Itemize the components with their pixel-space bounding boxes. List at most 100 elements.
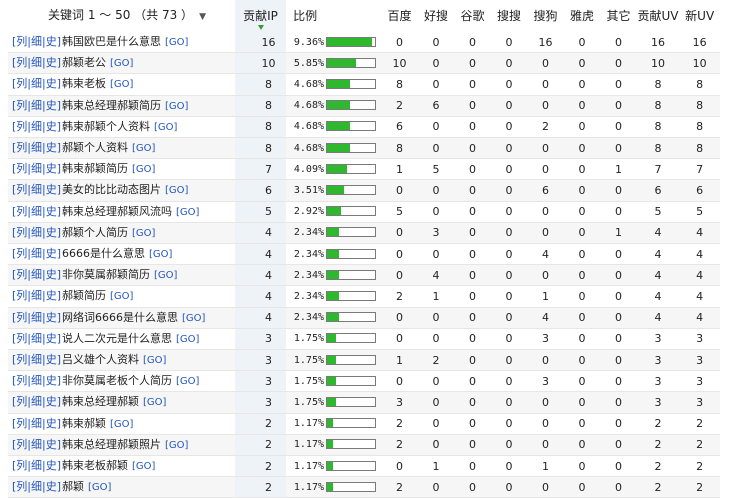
go-link[interactable]: [GO] xyxy=(132,143,155,154)
go-link[interactable]: [GO] xyxy=(110,291,133,302)
detail-link[interactable]: 细 xyxy=(31,459,42,472)
detail-link[interactable]: 细 xyxy=(31,99,42,112)
detail-link[interactable]: 细 xyxy=(31,480,42,493)
history-link[interactable]: 史 xyxy=(46,374,57,387)
detail-link[interactable]: 细 xyxy=(31,268,42,281)
google-column-header[interactable]: 谷歌 xyxy=(454,0,491,32)
list-link[interactable]: 列 xyxy=(16,311,27,324)
detail-link[interactable]: 细 xyxy=(31,77,42,90)
history-link[interactable]: 史 xyxy=(46,268,57,281)
yahoo-column-header[interactable]: 雅虎 xyxy=(563,0,601,32)
list-link[interactable]: 列 xyxy=(16,480,27,493)
go-link[interactable]: [GO] xyxy=(165,101,188,112)
go-link[interactable]: [GO] xyxy=(110,58,133,69)
detail-link[interactable]: 细 xyxy=(31,247,42,260)
detail-link[interactable]: 细 xyxy=(31,56,42,69)
history-link[interactable]: 史 xyxy=(46,459,57,472)
go-link[interactable]: [GO] xyxy=(154,122,177,133)
list-link[interactable]: 列 xyxy=(16,183,27,196)
detail-link[interactable]: 细 xyxy=(31,35,42,48)
list-link[interactable]: 列 xyxy=(16,162,27,175)
list-link[interactable]: 列 xyxy=(16,205,27,218)
haosou-column-header[interactable]: 好搜 xyxy=(417,0,455,32)
detail-link[interactable]: 细 xyxy=(31,353,42,366)
history-link[interactable]: 史 xyxy=(46,162,57,175)
list-link[interactable]: 列 xyxy=(16,395,27,408)
list-link[interactable]: 列 xyxy=(16,120,27,133)
go-link[interactable]: [GO] xyxy=(165,37,188,48)
history-link[interactable]: 史 xyxy=(46,311,57,324)
detail-link[interactable]: 细 xyxy=(31,374,42,387)
history-link[interactable]: 史 xyxy=(46,99,57,112)
history-link[interactable]: 史 xyxy=(46,247,57,260)
go-link[interactable]: [GO] xyxy=(88,482,111,493)
go-link[interactable]: [GO] xyxy=(132,461,155,472)
go-link[interactable]: [GO] xyxy=(176,334,199,345)
list-link[interactable]: 列 xyxy=(16,56,27,69)
history-link[interactable]: 史 xyxy=(46,395,57,408)
list-link[interactable]: 列 xyxy=(16,247,27,260)
sogou-column-header[interactable]: 搜搜 xyxy=(490,0,528,32)
list-link[interactable]: 列 xyxy=(16,332,27,345)
history-link[interactable]: 史 xyxy=(46,141,57,154)
list-link[interactable]: 列 xyxy=(16,374,27,387)
go-link[interactable]: [GO] xyxy=(143,355,166,366)
list-link[interactable]: 列 xyxy=(16,226,27,239)
go-link[interactable]: [GO] xyxy=(165,185,188,196)
list-link[interactable]: 列 xyxy=(16,459,27,472)
detail-link[interactable]: 细 xyxy=(31,162,42,175)
go-link[interactable]: [GO] xyxy=(132,164,155,175)
history-link[interactable]: 史 xyxy=(46,205,57,218)
ip-column-header[interactable]: 贡献IP xyxy=(235,0,286,32)
detail-link[interactable]: 细 xyxy=(31,226,42,239)
newuv-column-header[interactable]: 新UV xyxy=(679,0,720,32)
uv-column-header[interactable]: 贡献UV xyxy=(636,0,680,32)
history-link[interactable]: 史 xyxy=(46,77,57,90)
other-column-header[interactable]: 其它 xyxy=(600,0,637,32)
dropdown-arrow-icon[interactable]: ▼ xyxy=(199,12,206,22)
go-link[interactable]: [GO] xyxy=(176,376,199,387)
detail-link[interactable]: 细 xyxy=(31,120,42,133)
go-link[interactable]: [GO] xyxy=(110,79,133,90)
detail-link[interactable]: 细 xyxy=(31,417,42,430)
go-link[interactable]: [GO] xyxy=(165,440,188,451)
history-link[interactable]: 史 xyxy=(46,226,57,239)
history-link[interactable]: 史 xyxy=(46,35,57,48)
detail-link[interactable]: 细 xyxy=(31,438,42,451)
history-link[interactable]: 史 xyxy=(46,417,57,430)
detail-link[interactable]: 细 xyxy=(31,289,42,302)
keyword-column-header[interactable]: 关键词 1 ～ 50 （共 73 ） ▼ xyxy=(8,0,236,32)
go-link[interactable]: [GO] xyxy=(149,249,172,260)
go-link[interactable]: [GO] xyxy=(154,270,177,281)
detail-link[interactable]: 细 xyxy=(31,395,42,408)
detail-link[interactable]: 细 xyxy=(31,183,42,196)
go-link[interactable]: [GO] xyxy=(176,207,199,218)
list-link[interactable]: 列 xyxy=(16,289,27,302)
detail-link[interactable]: 细 xyxy=(31,311,42,324)
history-link[interactable]: 史 xyxy=(46,438,57,451)
history-link[interactable]: 史 xyxy=(46,183,57,196)
go-link[interactable]: [GO] xyxy=(110,419,133,430)
sougou-column-header[interactable]: 搜狗 xyxy=(527,0,564,32)
list-link[interactable]: 列 xyxy=(16,77,27,90)
list-link[interactable]: 列 xyxy=(16,268,27,281)
pct-column-header[interactable]: 比例 xyxy=(285,0,325,32)
list-link[interactable]: 列 xyxy=(16,141,27,154)
list-link[interactable]: 列 xyxy=(16,353,27,366)
detail-link[interactable]: 细 xyxy=(31,205,42,218)
baidu-column-header[interactable]: 百度 xyxy=(381,0,418,32)
detail-link[interactable]: 细 xyxy=(31,332,42,345)
list-link[interactable]: 列 xyxy=(16,438,27,451)
history-link[interactable]: 史 xyxy=(46,56,57,69)
history-link[interactable]: 史 xyxy=(46,120,57,133)
go-link[interactable]: [GO] xyxy=(143,397,166,408)
history-link[interactable]: 史 xyxy=(46,480,57,493)
history-link[interactable]: 史 xyxy=(46,332,57,345)
list-link[interactable]: 列 xyxy=(16,35,27,48)
go-link[interactable]: [GO] xyxy=(132,228,155,239)
go-link[interactable]: [GO] xyxy=(182,313,205,324)
detail-link[interactable]: 细 xyxy=(31,141,42,154)
history-link[interactable]: 史 xyxy=(46,353,57,366)
list-link[interactable]: 列 xyxy=(16,417,27,430)
list-link[interactable]: 列 xyxy=(16,99,27,112)
